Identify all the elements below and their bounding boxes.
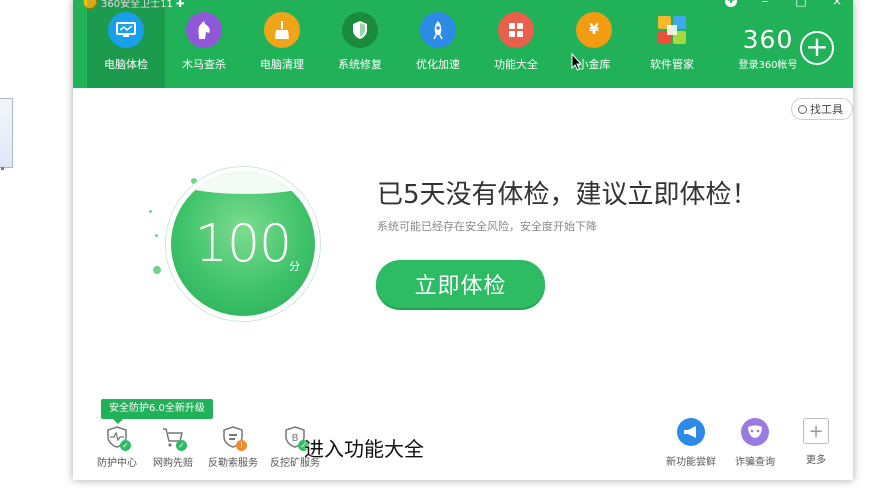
- shopping-compensation[interactable]: ✓ 网购先赔: [143, 425, 203, 469]
- nav-item-vault[interactable]: ¥ 小金库: [555, 12, 633, 76]
- nav-item-system-repair[interactable]: 系统修复: [321, 12, 399, 76]
- nav-item-pc-checkup[interactable]: 电脑体检: [87, 0, 165, 88]
- find-tools-button[interactable]: 找工具: [791, 98, 853, 120]
- protection-label: 防护中心: [97, 458, 137, 469]
- decor-dot: [153, 266, 161, 274]
- search-icon: [798, 104, 807, 114]
- nav-label: 软件管家: [650, 58, 694, 71]
- pin-icon[interactable]: ✚: [725, 0, 737, 7]
- decor-dot: [149, 210, 152, 213]
- new-features-tool[interactable]: 新功能尝鲜: [661, 418, 721, 468]
- nav-item-all-features[interactable]: 功能大全: [477, 12, 555, 76]
- maximize-button[interactable]: □: [793, 0, 809, 8]
- find-tools-label: 找工具: [810, 103, 843, 116]
- more-plus-icon: +: [803, 418, 829, 444]
- shield-icon: [342, 12, 378, 48]
- rocket-icon: [420, 12, 456, 48]
- more-tools[interactable]: + 更多: [786, 418, 846, 466]
- nav-label: 电脑清理: [260, 58, 304, 71]
- nav-item-trojan-scan[interactable]: 木马查杀: [165, 12, 243, 76]
- anti-ransomware-service[interactable]: ! 反勒索服务: [203, 425, 263, 469]
- desktop-dot: [1, 167, 4, 170]
- mask-icon: [741, 418, 769, 446]
- nav-label: 电脑体检: [104, 58, 148, 71]
- alert-badge-icon: !: [236, 440, 247, 451]
- brand-logo: 360: [742, 25, 794, 54]
- tool-label: 诈骗查询: [735, 457, 775, 468]
- horse-icon: [186, 12, 222, 48]
- apps-icon: [654, 12, 690, 48]
- broom-icon: [264, 12, 300, 48]
- video-caption: 进入功能大全: [304, 437, 424, 461]
- cart-icon: ✓: [161, 425, 187, 451]
- window-controls: ✚ – □ ×: [725, 0, 845, 8]
- gauge-fill: 100 分: [171, 172, 315, 316]
- pulse-shield-icon: ✓: [105, 425, 131, 451]
- nav-item-software-manager[interactable]: 软件管家: [633, 12, 711, 76]
- protection-center[interactable]: ✓ 防护中心: [87, 425, 147, 469]
- megaphone-icon: [677, 418, 705, 446]
- minimize-button[interactable]: –: [757, 0, 773, 8]
- nav-label: 优化加速: [416, 58, 460, 71]
- plus-circle-icon[interactable]: +: [800, 31, 834, 65]
- check-badge-icon: ✓: [176, 440, 187, 451]
- nav-label: 木马查杀: [182, 58, 226, 71]
- protection-upgrade-badge[interactable]: 安全防护6.0全新升级: [101, 399, 213, 424]
- fraud-lookup-tool[interactable]: 诈骗查询: [725, 418, 785, 468]
- money-bag-icon: ¥: [576, 12, 612, 48]
- protection-label: 反勒索服务: [208, 458, 258, 469]
- tool-label: 新功能尝鲜: [666, 457, 716, 468]
- desktop-window-edge: [0, 98, 13, 170]
- top-bar: 360安全卫士11 ✚ ✚ – □ × 电脑体检 木马查杀 电脑清理 系统修复 …: [73, 0, 853, 88]
- app-window: 360安全卫士11 ✚ ✚ – □ × 电脑体检 木马查杀 电脑清理 系统修复 …: [73, 0, 853, 480]
- monitor-icon: [108, 12, 144, 48]
- protection-label: 网购先赔: [153, 458, 193, 469]
- decor-dot: [155, 234, 158, 237]
- grid-icon: [498, 12, 534, 48]
- check-badge-icon: ✓: [120, 440, 131, 451]
- close-button[interactable]: ×: [829, 0, 845, 8]
- checkup-headline: 已5天没有体检，建议立即体检！: [377, 180, 758, 210]
- main-nav: 电脑体检 木马查杀 电脑清理 系统修复 优化加速 功能大全 ¥ 小金库 软件管家: [87, 0, 711, 88]
- nav-label: 功能大全: [494, 58, 538, 71]
- check-now-button[interactable]: 立即体检: [376, 260, 545, 308]
- score-unit: 分: [289, 260, 300, 273]
- health-score-gauge: 100 分: [165, 166, 321, 322]
- account-area[interactable]: 360 登录360帐号: [727, 25, 809, 71]
- nav-item-pc-cleanup[interactable]: 电脑清理: [243, 12, 321, 76]
- login-link[interactable]: 登录360帐号: [727, 56, 809, 71]
- nav-item-speedup[interactable]: 优化加速: [399, 12, 477, 76]
- nav-label: 系统修复: [338, 58, 382, 71]
- checkup-subline: 系统可能已经存在安全风险，安全度开始下降: [377, 220, 597, 233]
- lock-doc-icon: !: [221, 425, 247, 451]
- tool-label: 更多: [806, 455, 826, 466]
